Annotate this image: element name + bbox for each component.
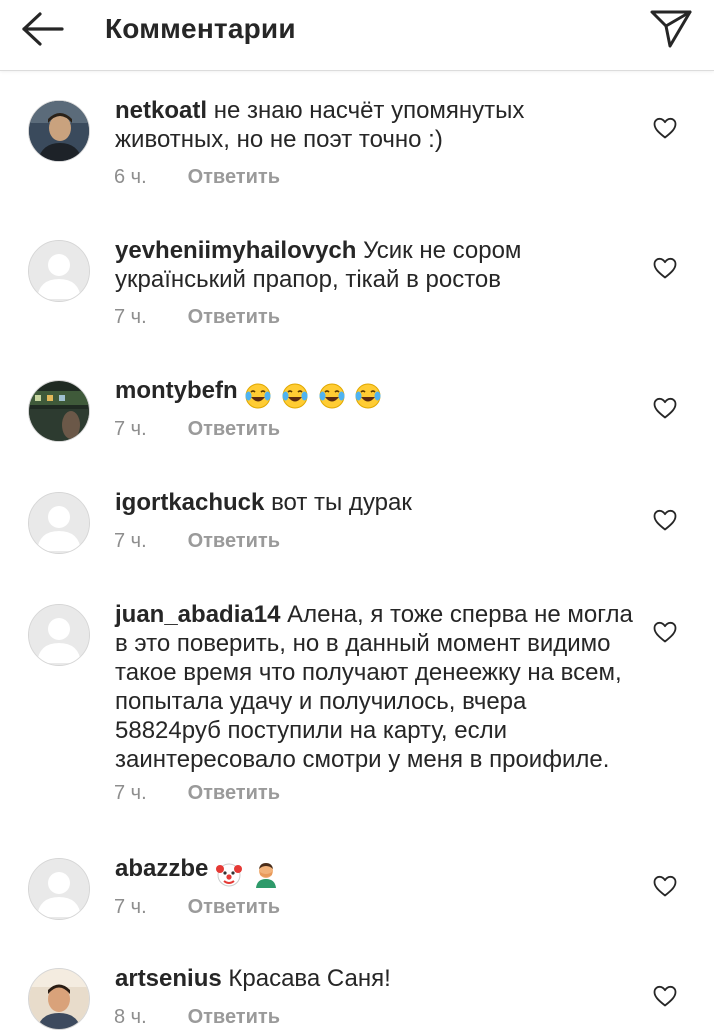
comment-username[interactable]: montybefn	[115, 377, 238, 404]
avatar[interactable]	[28, 380, 90, 442]
page-title: Комментарии	[105, 13, 296, 44]
like-button[interactable]	[652, 984, 678, 1008]
like-button[interactable]	[652, 116, 678, 140]
paper-plane-icon	[650, 10, 692, 48]
comment-time: 7 ч.	[114, 782, 147, 804]
comment-body: Красава Саня!	[228, 965, 391, 992]
heart-outline-icon	[653, 875, 677, 897]
comment-username[interactable]: artsenius	[115, 965, 222, 992]
avatar[interactable]	[28, 100, 90, 162]
avatar[interactable]	[28, 968, 90, 1030]
avatar[interactable]	[28, 604, 90, 666]
heart-outline-icon	[653, 117, 677, 139]
face-with-tears-of-joy-icon	[245, 383, 271, 409]
comment-body: вот ты дурак	[271, 489, 412, 516]
reply-button[interactable]: Ответить	[188, 418, 280, 441]
comment-username[interactable]: netkoatl	[115, 97, 207, 124]
heart-outline-icon	[653, 621, 677, 643]
person-facepalming-icon	[255, 862, 276, 888]
comment-time: 7 ч.	[114, 530, 147, 552]
heart-outline-icon	[653, 257, 677, 279]
default-avatar-icon	[29, 859, 89, 919]
comment-time: 7 ч.	[114, 306, 147, 328]
avatar[interactable]	[28, 240, 90, 302]
comment-time: 8 ч.	[114, 1006, 147, 1028]
heart-outline-icon	[653, 509, 677, 531]
default-avatar-icon	[29, 493, 89, 553]
top-bar: Комментарии	[0, 0, 714, 71]
heart-outline-icon	[653, 985, 677, 1007]
comment-username[interactable]: yevheniimyhailovych	[115, 237, 356, 264]
comment-username[interactable]: abazzbe	[115, 855, 208, 882]
reply-button[interactable]: Ответить	[188, 896, 280, 919]
like-button[interactable]	[652, 874, 678, 898]
like-button[interactable]	[652, 396, 678, 420]
back-button[interactable]	[18, 10, 66, 50]
face-with-tears-of-joy-icon	[355, 383, 381, 409]
emoji-group	[215, 858, 282, 888]
clown-face-icon	[216, 863, 243, 887]
face-with-tears-of-joy-icon	[282, 383, 308, 409]
default-avatar-icon	[29, 605, 89, 665]
reply-button[interactable]: Ответить	[188, 306, 280, 329]
arrow-left-icon	[22, 12, 64, 46]
comment-username[interactable]: juan_abadia14	[115, 601, 280, 628]
comment-time: 7 ч.	[114, 896, 147, 918]
comment-username[interactable]: igortkachuck	[115, 489, 264, 516]
avatar[interactable]	[28, 858, 90, 920]
like-button[interactable]	[652, 620, 678, 644]
avatar[interactable]	[28, 492, 90, 554]
share-button[interactable]	[648, 8, 694, 50]
comment-time: 6 ч.	[114, 166, 147, 188]
heart-outline-icon	[653, 397, 677, 419]
like-button[interactable]	[652, 256, 678, 280]
like-button[interactable]	[652, 508, 678, 532]
emoji-group	[244, 380, 384, 410]
default-avatar-icon	[29, 241, 89, 301]
reply-button[interactable]: Ответить	[188, 166, 280, 189]
reply-button[interactable]: Ответить	[188, 1006, 280, 1029]
reply-button[interactable]: Ответить	[188, 782, 280, 805]
face-with-tears-of-joy-icon	[319, 383, 345, 409]
comment-time: 7 ч.	[114, 418, 147, 440]
reply-button[interactable]: Ответить	[188, 530, 280, 553]
